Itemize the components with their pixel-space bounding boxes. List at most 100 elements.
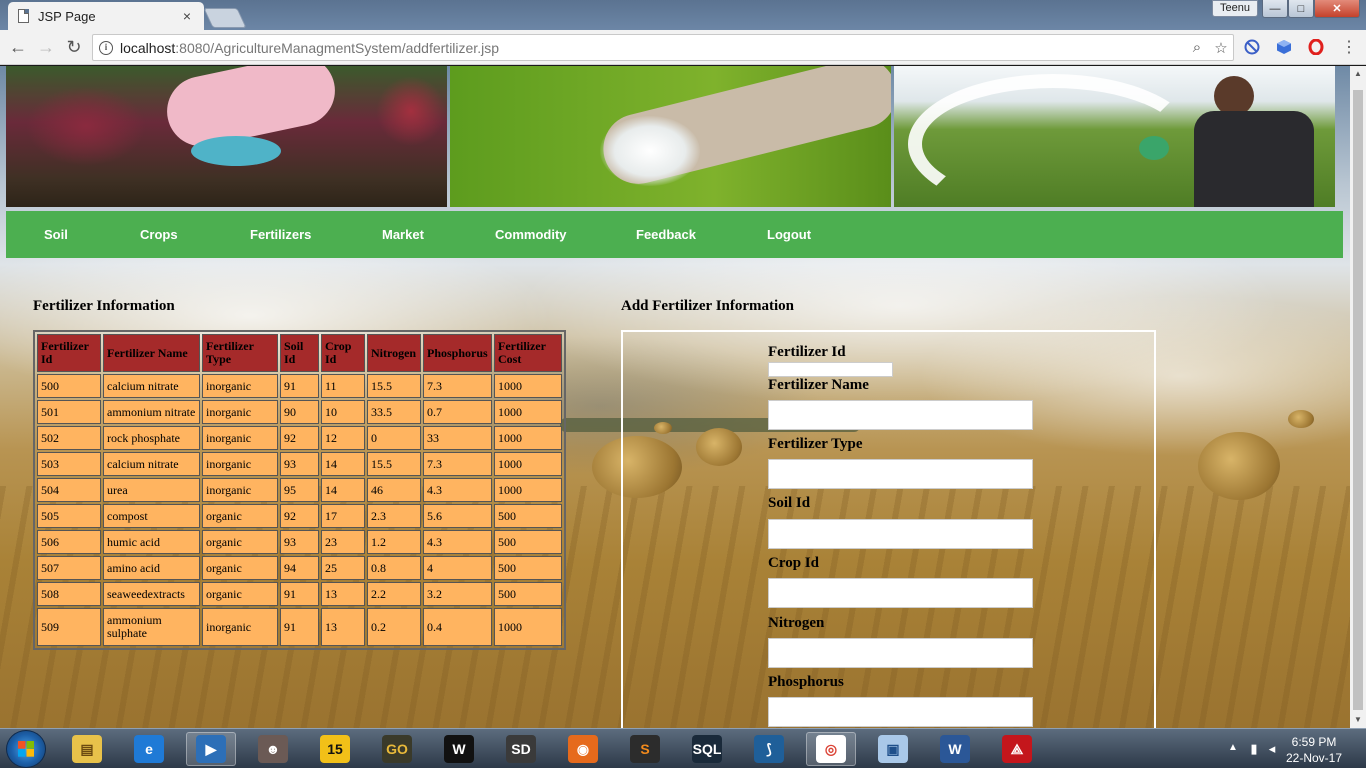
soil-id-label: Soil Id	[768, 495, 811, 511]
table-cell: 2.3	[367, 504, 421, 528]
network-icon[interactable]: ▮	[1246, 741, 1262, 757]
system-clock[interactable]: 6:59 PM 22-Nov-17	[1280, 734, 1348, 766]
taskbar-app-mysql-workbench[interactable]: ⟆	[744, 732, 794, 766]
taskbar-app-acrobat[interactable]: ⟁	[992, 732, 1042, 766]
menu-icon[interactable]: ⋮	[1340, 38, 1358, 56]
taskbar-app-chrome[interactable]: ◎	[806, 732, 856, 766]
close-window-button[interactable]: ✕	[1314, 0, 1360, 18]
table-cell: compost	[103, 504, 200, 528]
table-cell: humic acid	[103, 530, 200, 554]
taskbar-app-virtualbox[interactable]: ▣	[868, 732, 918, 766]
fertilizer-table-body: 500 calcium nitrate inorganic 91 11 15.5 7.3 10…	[37, 374, 562, 646]
taskbar-app-counter-strike[interactable]: GO	[372, 732, 422, 766]
table-cell: 501	[37, 400, 101, 424]
minimize-button[interactable]: —	[1262, 0, 1288, 18]
address-bar[interactable]: i localhost:8080/AgricultureManagmentSys…	[92, 34, 1234, 61]
table-cell: 13	[321, 582, 365, 606]
nitrogen-input[interactable]	[768, 638, 1033, 668]
tray-expand-icon[interactable]: ▲	[1228, 742, 1238, 753]
opera-extension-icon[interactable]	[1307, 38, 1325, 56]
explorer-icon: ▤	[72, 735, 102, 763]
taskbar-app-media-player[interactable]: ▶	[186, 732, 236, 766]
table-cell: 15.5	[367, 374, 421, 398]
cube-extension-icon[interactable]	[1275, 38, 1293, 56]
scroll-thumb[interactable]	[1353, 90, 1363, 710]
table-cell: 502	[37, 426, 101, 450]
nav-market[interactable]: Market	[382, 211, 424, 258]
column-header: Fertilizer Cost	[494, 334, 562, 372]
column-header: Nitrogen	[367, 334, 421, 372]
fertilizer-type-label: Fertilizer Type	[768, 436, 863, 452]
taskbar-app-explorer[interactable]: ▤	[62, 732, 112, 766]
table-cell: 90	[280, 400, 319, 424]
phosphorus-label: Phosphorus	[768, 674, 844, 690]
table-cell: urea	[103, 478, 200, 502]
profile-button[interactable]: Teenu	[1212, 0, 1258, 17]
column-header: Fertilizer Type	[202, 334, 278, 372]
page-viewport: Soil Crops Fertilizers Market Commodity …	[0, 66, 1350, 728]
bookmark-star-icon[interactable]: ☆	[1209, 39, 1233, 57]
table-cell: 92	[280, 426, 319, 450]
taskbar-app-15[interactable]: 15	[310, 732, 360, 766]
taskbar-app-sleeping-dogs[interactable]: SD	[496, 732, 546, 766]
fertilizer-name-input[interactable]	[768, 400, 1033, 430]
crop-id-label: Crop Id	[768, 555, 819, 571]
tab-close-icon[interactable]: ×	[180, 8, 194, 24]
table-cell: inorganic	[202, 426, 278, 450]
maximize-button[interactable]: □	[1288, 0, 1314, 18]
new-tab-button[interactable]	[203, 8, 247, 28]
taskbar-app-sublime[interactable]: S	[620, 732, 670, 766]
nav-soil[interactable]: Soil	[44, 211, 68, 258]
browser-tab[interactable]: JSP Page ×	[8, 2, 204, 30]
nav-feedback[interactable]: Feedback	[636, 211, 696, 258]
soil-id-input[interactable]	[768, 519, 1033, 549]
nitrogen-label: Nitrogen	[768, 615, 825, 631]
start-button[interactable]	[6, 730, 46, 768]
taskbar-app-game[interactable]: ☻	[248, 732, 298, 766]
table-cell: 504	[37, 478, 101, 502]
table-cell: rock phosphate	[103, 426, 200, 450]
fertilizer-type-input[interactable]	[768, 459, 1033, 489]
scroll-down-icon[interactable]: ▼	[1350, 712, 1366, 728]
back-icon[interactable]: ←	[6, 36, 30, 60]
url-text[interactable]: localhost:8080/AgricultureManagmentSyste…	[120, 40, 1185, 56]
firefox-icon: ◉	[568, 735, 598, 763]
bucket-shape	[1139, 136, 1169, 160]
hay-bale	[1198, 432, 1280, 500]
block-extension-icon[interactable]	[1243, 38, 1261, 56]
nav-commodity[interactable]: Commodity	[495, 211, 567, 258]
table-row: 507 amino acid organic 94 25 0.8 4 500	[37, 556, 562, 580]
table-cell: 509	[37, 608, 101, 646]
taskbar-app-wwe[interactable]: W	[434, 732, 484, 766]
reload-icon[interactable]: ↻	[62, 36, 86, 60]
nav-crops[interactable]: Crops	[140, 211, 178, 258]
table-cell: 4.3	[423, 530, 492, 554]
beet-leaves-shape	[26, 86, 146, 166]
page-scrollbar[interactable]: ▲ ▼	[1350, 66, 1366, 728]
taskbar-app-firefox[interactable]: ◉	[558, 732, 608, 766]
phosphorus-input[interactable]	[768, 697, 1033, 727]
fertilizer-id-input[interactable]	[768, 362, 893, 377]
taskbar-app-mysql[interactable]: SQL	[682, 732, 732, 766]
forward-icon[interactable]: →	[34, 36, 58, 60]
info-icon[interactable]: i	[99, 40, 113, 55]
table-cell: organic	[202, 504, 278, 528]
table-cell: 7.3	[423, 452, 492, 476]
table-cell: 11	[321, 374, 365, 398]
taskbar-app-internet-explorer[interactable]: e	[124, 732, 174, 766]
windows-taskbar: ▤ e ▶ ☻ 15 GO W SD ◉ S SQL ⟆ ◎ ▣ W ⟁ ▲ ▮ ◂ 6:59 PM 22-N…	[0, 728, 1366, 768]
crop-id-input[interactable]	[768, 578, 1033, 608]
table-cell: calcium nitrate	[103, 374, 200, 398]
table-cell: 1000	[494, 400, 562, 424]
taskbar-app-word[interactable]: W	[930, 732, 980, 766]
volume-icon[interactable]: ◂	[1264, 741, 1280, 757]
table-cell: inorganic	[202, 478, 278, 502]
nav-fertilizers[interactable]: Fertilizers	[250, 211, 311, 258]
nav-logout[interactable]: Logout	[767, 211, 811, 258]
zoom-icon[interactable]: ⌕	[1185, 39, 1209, 56]
table-cell: inorganic	[202, 608, 278, 646]
column-header: Soil Id	[280, 334, 319, 372]
scroll-up-icon[interactable]: ▲	[1350, 66, 1366, 82]
table-cell: 12	[321, 426, 365, 450]
fertilizer-id-label: Fertilizer Id	[768, 344, 846, 360]
